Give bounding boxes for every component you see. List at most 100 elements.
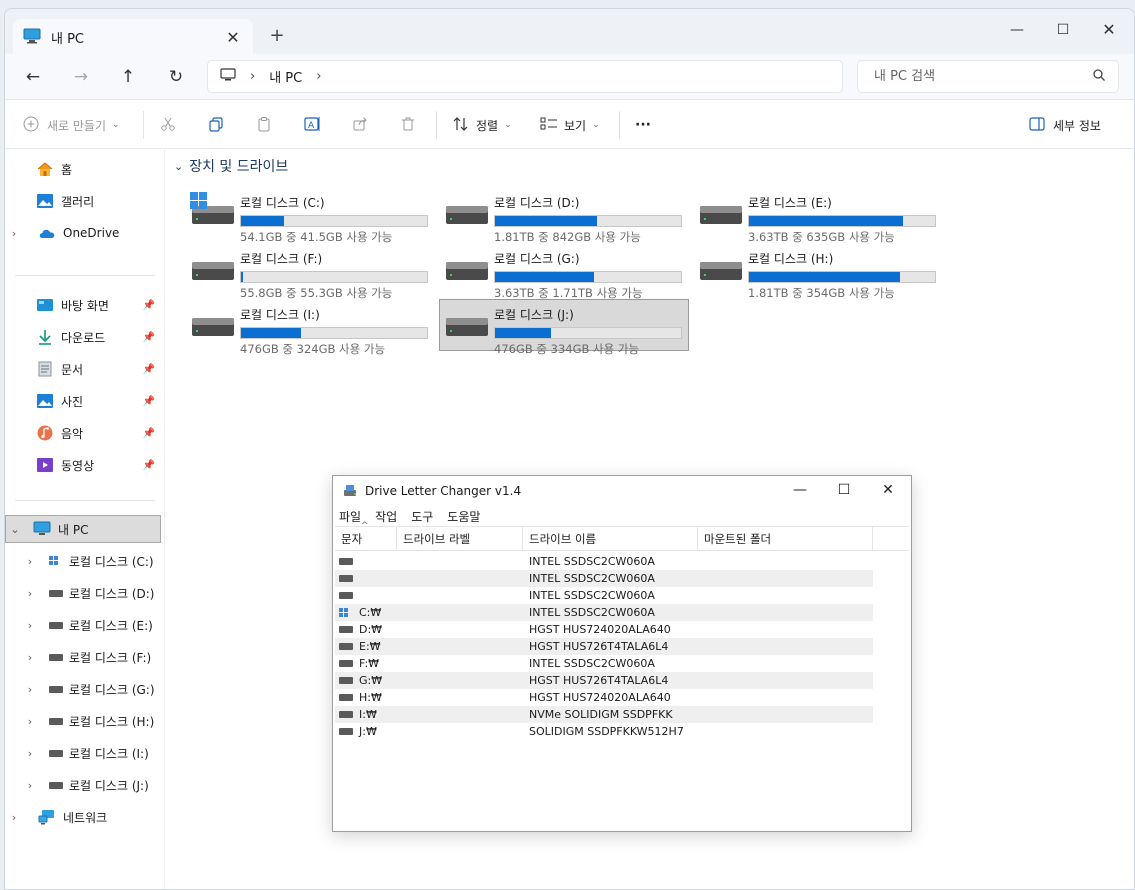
table-row[interactable]: C:₩ INTEL SSDSC2CW060A (335, 604, 873, 621)
music-icon (35, 425, 55, 441)
paste-button[interactable] (256, 113, 272, 137)
drive-tile[interactable]: 로컬 디스크 (D:) 1.81TB 중 842GB 사용 가능 (440, 188, 690, 244)
back-button[interactable]: ← (17, 64, 49, 90)
sidebar-item-onedrive[interactable]: › OneDrive (5, 219, 161, 247)
search-box[interactable] (857, 60, 1119, 93)
column-header-mount[interactable]: 마운트된 폴더 (698, 527, 873, 551)
sidebar-item-quick-1[interactable]: 다운로드 📌 (5, 323, 161, 351)
sidebar-item-quick-5[interactable]: 동영상 📌 (5, 451, 161, 479)
sidebar-item-quick-2[interactable]: 문서 📌 (5, 355, 161, 383)
delete-button[interactable] (400, 113, 416, 137)
rename-button[interactable]: A (304, 113, 322, 137)
sort-icon (452, 116, 470, 135)
sidebar-item-drive[interactable]: › 로컬 디스크 (D:) (5, 579, 161, 607)
minimize-button[interactable]: — (994, 17, 1040, 43)
sidebar-item-drive[interactable]: › 로컬 디스크 (H:) (5, 707, 161, 735)
search-icon[interactable] (1092, 68, 1106, 85)
sidebar-item-drive[interactable]: › 로컬 디스크 (F:) (5, 643, 161, 671)
sidebar-item-this-pc[interactable]: ⌄ 내 PC (5, 515, 161, 543)
pin-icon[interactable]: 📌 (143, 460, 155, 471)
drive-tile[interactable]: 로컬 디스크 (J:) 476GB 중 334GB 사용 가능 (439, 299, 689, 356)
table-row[interactable]: INTEL SSDSC2CW060A (335, 553, 873, 570)
pin-icon[interactable]: 📌 (143, 428, 155, 439)
table-row[interactable]: J:₩ SOLIDIGM SSDPFKKW512H7 (335, 723, 873, 740)
sidebar-item-drive[interactable]: › 로컬 디스크 (I:) (5, 739, 161, 767)
drive-list-view[interactable]: 문자 드라이브 라벨 드라이브 이름 마운트된 폴더 ^ INTEL SSDSC… (335, 521, 909, 830)
sidebar-item-drive[interactable]: › 로컬 디스크 (G:) (5, 675, 161, 703)
sidebar-item-drive[interactable]: › 로컬 디스크 (J:) (5, 771, 161, 799)
drive-tile[interactable]: 로컬 디스크 (E:) 3.63TB 중 635GB 사용 가능 (694, 188, 944, 244)
chevron-right-icon[interactable]: › (23, 587, 37, 600)
chevron-right-icon[interactable]: › (23, 779, 37, 792)
table-row[interactable]: INTEL SSDSC2CW060A (335, 587, 873, 604)
close-button[interactable]: ✕ (1086, 17, 1132, 43)
breadcrumb-this-pc[interactable]: 내 PC (269, 67, 302, 86)
table-row[interactable]: H:₩ HGST HUS724020ALA640 (335, 689, 873, 706)
network-icon (37, 809, 57, 825)
drive-tile[interactable]: 로컬 디스크 (F:) 55.8GB 중 55.3GB 사용 가능 (186, 244, 436, 300)
menu-tools[interactable]: 도구 (411, 508, 433, 525)
table-row[interactable]: I:₩ NVMe SOLIDIGM SSDPFKK (335, 706, 873, 723)
cut-button[interactable] (160, 113, 176, 137)
maximize-button[interactable]: ☐ (1040, 17, 1086, 43)
chevron-right-icon[interactable]: › (23, 747, 37, 760)
up-button[interactable]: ↑ (112, 64, 144, 90)
chevron-right-icon[interactable]: › (23, 651, 37, 664)
search-input[interactable] (874, 69, 1092, 84)
menu-help[interactable]: 도움말 (447, 508, 480, 525)
tab-this-pc[interactable]: 내 PC ✕ (13, 19, 253, 55)
monitor-icon (220, 68, 236, 85)
windows-logo-icon (339, 607, 353, 618)
details-pane-button[interactable]: 세부 정보 (1029, 113, 1101, 137)
pin-icon[interactable]: 📌 (143, 396, 155, 407)
table-row[interactable]: F:₩ INTEL SSDSC2CW060A (335, 655, 873, 672)
sidebar-item-drive[interactable]: › 로컬 디스크 (E:) (5, 611, 161, 639)
menu-file[interactable]: 파일 (339, 508, 361, 525)
sidebar-item-quick-4[interactable]: 음악 📌 (5, 419, 161, 447)
breadcrumb-separator[interactable]: › (316, 69, 321, 84)
pin-icon[interactable]: 📌 (143, 300, 155, 311)
table-row[interactable]: D:₩ HGST HUS724020ALA640 (335, 621, 873, 638)
view-button[interactable]: 보기 ⌄ (540, 113, 600, 137)
breadcrumb-separator[interactable]: › (250, 69, 255, 84)
new-button[interactable]: 새로 만들기 ⌄ (23, 113, 120, 137)
chevron-down-icon[interactable]: ⌄ (8, 523, 22, 536)
drive-tile[interactable]: 로컬 디스크 (C:) 54.1GB 중 41.5GB 사용 가능 (186, 188, 436, 244)
new-tab-button[interactable]: + (267, 25, 287, 46)
share-button[interactable] (352, 113, 368, 137)
chevron-right-icon[interactable]: › (23, 683, 37, 696)
column-header-label[interactable]: 드라이브 라벨 (397, 527, 523, 551)
copy-button[interactable] (208, 113, 224, 137)
table-row[interactable]: G:₩ HGST HUS726T4TALA6L4 (335, 672, 873, 689)
sort-button[interactable]: 정렬 ⌄ (452, 113, 512, 137)
drive-tile[interactable]: 로컬 디스크 (G:) 3.63TB 중 1.71TB 사용 가능 (440, 244, 690, 300)
sidebar-item-network[interactable]: › 네트워크 (5, 803, 161, 831)
dlc-maximize-button[interactable]: ☐ (829, 482, 859, 498)
menu-action[interactable]: 작업 (375, 508, 397, 525)
column-header-name[interactable]: 드라이브 이름 (523, 527, 698, 551)
section-header-devices[interactable]: ⌄ 장치 및 드라이브 (174, 156, 288, 176)
chevron-right-icon[interactable]: › (7, 811, 21, 824)
more-options-button[interactable]: ··· (635, 113, 651, 137)
refresh-button[interactable]: ↻ (160, 64, 192, 90)
tab-close-icon[interactable]: ✕ (223, 28, 243, 47)
chevron-right-icon[interactable]: › (23, 555, 37, 568)
sidebar-item-drive[interactable]: › 로컬 디스크 (C:) (5, 547, 161, 575)
forward-button[interactable]: → (65, 64, 97, 90)
address-bar[interactable]: › 내 PC › (207, 60, 843, 93)
drive-tile[interactable]: 로컬 디스크 (H:) 1.81TB 중 354GB 사용 가능 (694, 244, 944, 300)
pin-icon[interactable]: 📌 (143, 364, 155, 375)
dlc-minimize-button[interactable]: — (785, 482, 815, 498)
table-row[interactable]: INTEL SSDSC2CW060A (335, 570, 873, 587)
sidebar-item-home[interactable]: 홈 (5, 155, 161, 183)
sidebar-item-quick-3[interactable]: 사진 📌 (5, 387, 161, 415)
table-row[interactable]: E:₩ HGST HUS726T4TALA6L4 (335, 638, 873, 655)
chevron-right-icon[interactable]: › (23, 619, 37, 632)
sidebar-item-quick-0[interactable]: 바탕 화면 📌 (5, 291, 161, 319)
drive-tile[interactable]: 로컬 디스크 (I:) 476GB 중 324GB 사용 가능 (186, 300, 436, 356)
chevron-right-icon[interactable]: › (7, 227, 21, 240)
sidebar-item-gallery[interactable]: 갤러리 (5, 187, 161, 215)
pin-icon[interactable]: 📌 (143, 332, 155, 343)
dlc-close-button[interactable]: ✕ (873, 482, 903, 498)
chevron-right-icon[interactable]: › (23, 715, 37, 728)
